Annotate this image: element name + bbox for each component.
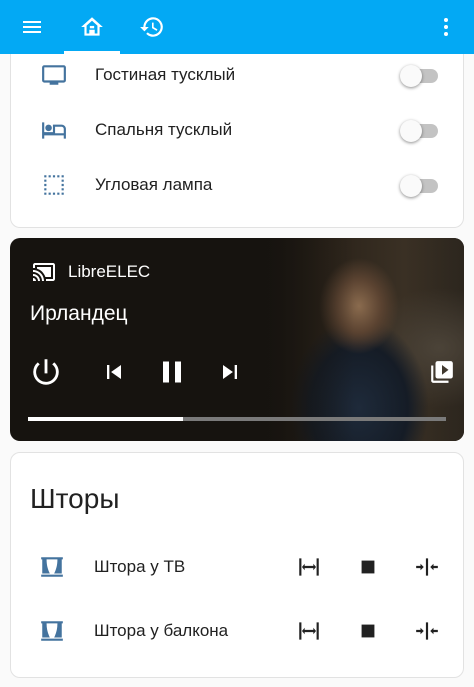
power-button[interactable] [28, 354, 64, 390]
select-source-button[interactable] [426, 354, 458, 390]
media-progress-bar[interactable] [28, 417, 446, 421]
light-label: Угловая лампа [95, 175, 213, 194]
card-title: Шторы [30, 483, 120, 514]
media-controls [28, 354, 458, 390]
stop-icon [361, 560, 375, 574]
light-row-bedroom[interactable]: Спальня тусклый [11, 105, 463, 155]
curtains-icon [39, 618, 65, 644]
app-toolbar [0, 0, 474, 54]
cast-connected-icon [33, 263, 55, 281]
light-toggle[interactable] [400, 170, 440, 200]
tab-home[interactable] [64, 0, 120, 54]
light-label: Спальня тусклый [95, 120, 233, 139]
history-icon [140, 17, 163, 37]
menu-button[interactable] [12, 0, 52, 54]
skip-previous-icon [107, 365, 121, 379]
close-cover-button[interactable] [413, 617, 441, 645]
curtains-icon [39, 554, 65, 580]
media-progress-fill [28, 417, 183, 421]
light-label: Гостиная тусклый [95, 65, 236, 84]
lights-card: Гостиная тусклый Спальня тусклый Угловая… [10, 40, 464, 228]
television-icon [41, 62, 67, 88]
playlist-select-icon [431, 361, 453, 383]
home-icon [81, 17, 103, 36]
previous-track-button[interactable] [96, 354, 132, 390]
dashed-square-icon [41, 172, 67, 198]
light-toggle[interactable] [400, 115, 440, 145]
media-source: LibreELEC [30, 260, 150, 284]
curtain-close-icon [416, 558, 438, 576]
next-track-button[interactable] [212, 354, 248, 390]
cover-label: Штора у ТВ [94, 557, 186, 576]
cover-row-tv[interactable]: Штора у ТВ [11, 547, 463, 587]
curtains-card: Шторы Штора у ТВ Штора у балкона [10, 452, 464, 678]
cover-label: Штора у балкона [94, 621, 229, 640]
close-cover-button[interactable] [413, 553, 441, 581]
active-tab-indicator [64, 51, 120, 54]
media-player-card: LibreELEC Ирландец [10, 238, 464, 441]
tab-history[interactable] [130, 0, 174, 54]
curtain-close-icon [416, 622, 438, 640]
curtain-open-icon [299, 622, 319, 640]
open-cover-button[interactable] [295, 617, 323, 645]
stop-icon [361, 624, 375, 638]
light-toggle[interactable] [400, 60, 440, 90]
light-row-living-room[interactable]: Гостиная тусклый [11, 50, 463, 100]
more-options-button[interactable] [432, 0, 460, 54]
curtain-open-icon [299, 558, 319, 576]
skip-next-icon [223, 365, 237, 379]
cover-row-balcony[interactable]: Штора у балкона [11, 611, 463, 651]
open-cover-button[interactable] [295, 553, 323, 581]
power-icon [33, 359, 59, 385]
media-source-name: LibreELEC [68, 262, 151, 281]
pause-icon [163, 361, 181, 383]
pause-button[interactable] [152, 354, 192, 390]
menu-icon [23, 21, 41, 33]
stop-cover-button[interactable] [354, 617, 382, 645]
media-title: Ирландец [30, 302, 128, 325]
bed-icon [41, 117, 67, 143]
stop-cover-button[interactable] [354, 553, 382, 581]
light-row-corner-lamp[interactable]: Угловая лампа [11, 160, 463, 210]
more-vertical-icon [444, 18, 448, 36]
